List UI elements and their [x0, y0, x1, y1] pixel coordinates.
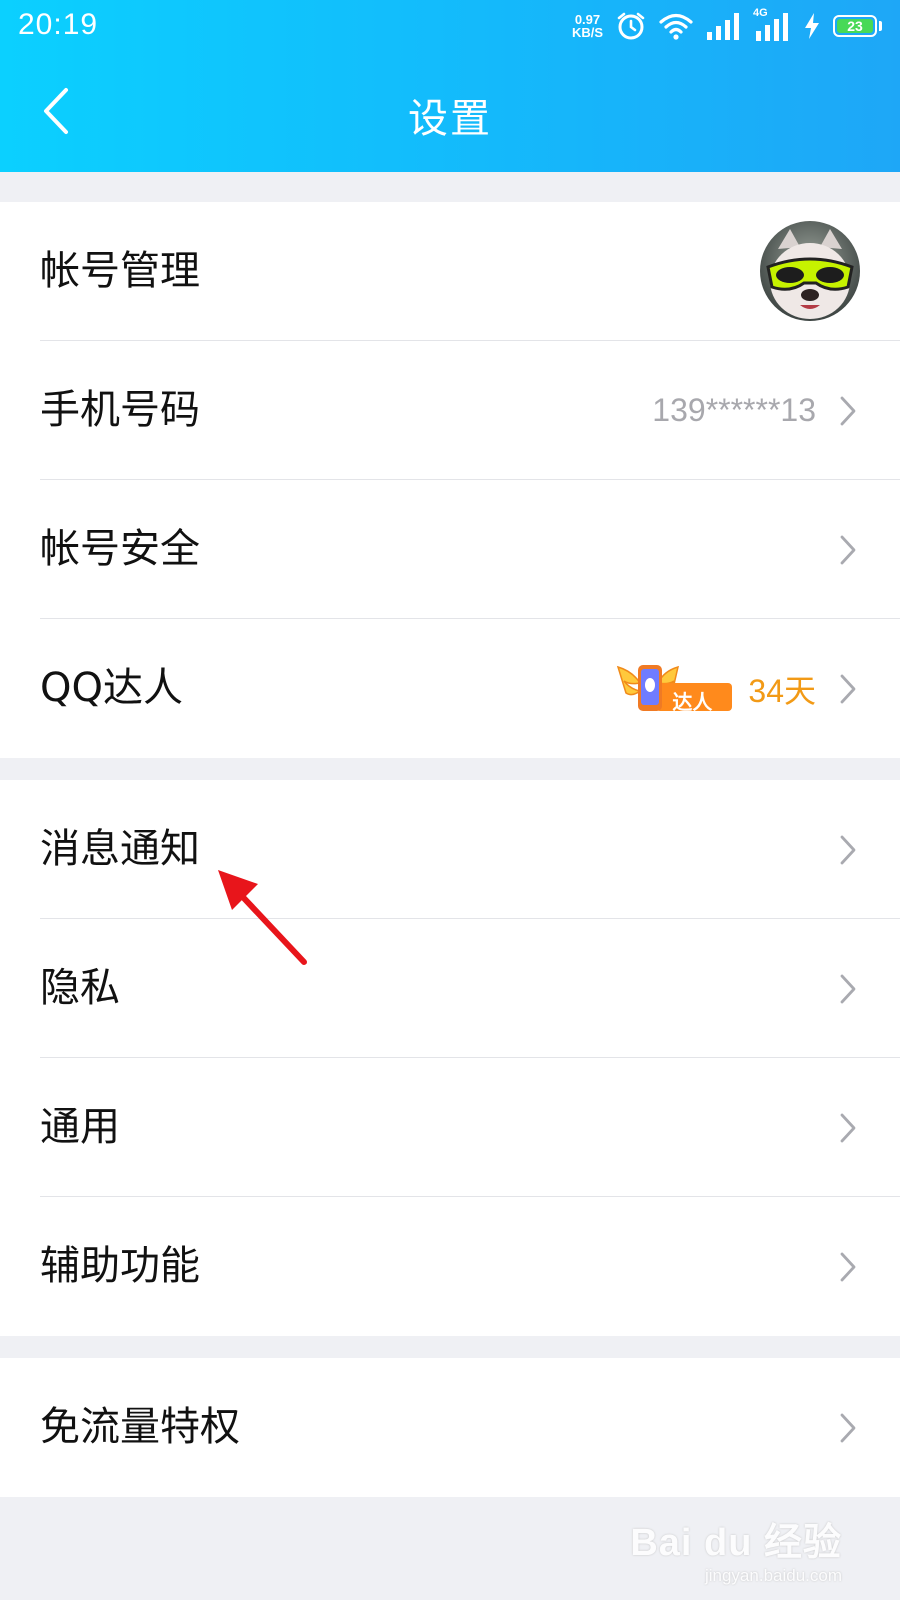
setting-accessibility[interactable]: 辅助功能	[0, 1197, 900, 1336]
status-time: 20:19	[18, 8, 99, 41]
setting-account-security[interactable]: 帐号安全	[0, 480, 900, 619]
settings-group-general: 消息通知 隐私 通用 辅助功能	[0, 780, 900, 1336]
settings-group-traffic: 免流量特权	[0, 1358, 900, 1497]
setting-general[interactable]: 通用	[0, 1058, 900, 1197]
signal-4g-icon: 4G	[753, 7, 791, 41]
setting-label: QQ达人	[40, 665, 183, 711]
settings-group-account: 帐号管理 手机号码 139******13 帐号安全 QQ达人 达人 34天	[0, 202, 900, 758]
chevron-right-icon	[840, 535, 856, 565]
setting-label: 帐号安全	[40, 526, 200, 572]
status-bar: 20:19 0.97 KB/S 4G 23	[0, 0, 900, 52]
alarm-icon	[617, 12, 645, 40]
battery-icon: 23	[833, 15, 877, 37]
avatar[interactable]	[760, 221, 860, 321]
nav-bar: 设置	[0, 52, 900, 172]
watermark: Bai du 经验 jingyan.baidu.com	[630, 1511, 842, 1586]
chevron-right-icon	[840, 1113, 856, 1143]
battery-cap	[879, 21, 882, 31]
setting-label: 通用	[40, 1104, 120, 1150]
expert-days: 34天	[748, 672, 816, 709]
setting-account-management[interactable]: 帐号管理	[0, 202, 900, 341]
signal-icon	[707, 13, 739, 40]
setting-phone-number[interactable]: 手机号码 139******13	[0, 341, 900, 480]
expert-badge-icon: 达人	[616, 659, 734, 719]
chevron-right-icon	[840, 1413, 856, 1443]
chevron-right-icon	[840, 674, 856, 704]
phone-number-value: 139******13	[652, 392, 816, 428]
watermark-logo: Bai du 经验	[630, 1522, 842, 1564]
setting-free-data-privilege[interactable]: 免流量特权	[0, 1358, 900, 1497]
setting-label: 辅助功能	[40, 1243, 200, 1289]
setting-privacy[interactable]: 隐私	[0, 919, 900, 1058]
chevron-right-icon	[840, 1252, 856, 1282]
qq-expert-badge: 达人 34天	[616, 619, 816, 758]
network-speed-unit: KB/S	[571, 25, 603, 40]
header: 20:19 0.97 KB/S 4G 23 设置	[0, 0, 900, 172]
setting-message-notification[interactable]: 消息通知	[0, 780, 900, 919]
battery-level: 23	[847, 18, 863, 34]
watermark-url: jingyan.baidu.com	[704, 1566, 842, 1585]
wifi-icon	[659, 13, 693, 40]
network-speed: 0.97 KB/S	[572, 13, 603, 39]
setting-label: 消息通知	[40, 826, 200, 872]
setting-qq-expert[interactable]: QQ达人 达人 34天	[0, 619, 900, 758]
setting-label: 隐私	[40, 965, 120, 1011]
expert-badge-label: 达人	[672, 689, 713, 714]
setting-label: 帐号管理	[40, 248, 200, 294]
charging-icon	[805, 13, 819, 39]
setting-label: 免流量特权	[40, 1404, 240, 1450]
status-icons: 0.97 KB/S 4G 23	[572, 7, 882, 44]
page-title: 设置	[408, 96, 492, 142]
chevron-right-icon	[840, 974, 856, 1004]
setting-label: 手机号码	[40, 387, 200, 433]
chevron-right-icon	[840, 835, 856, 865]
chevron-right-icon	[840, 396, 856, 426]
